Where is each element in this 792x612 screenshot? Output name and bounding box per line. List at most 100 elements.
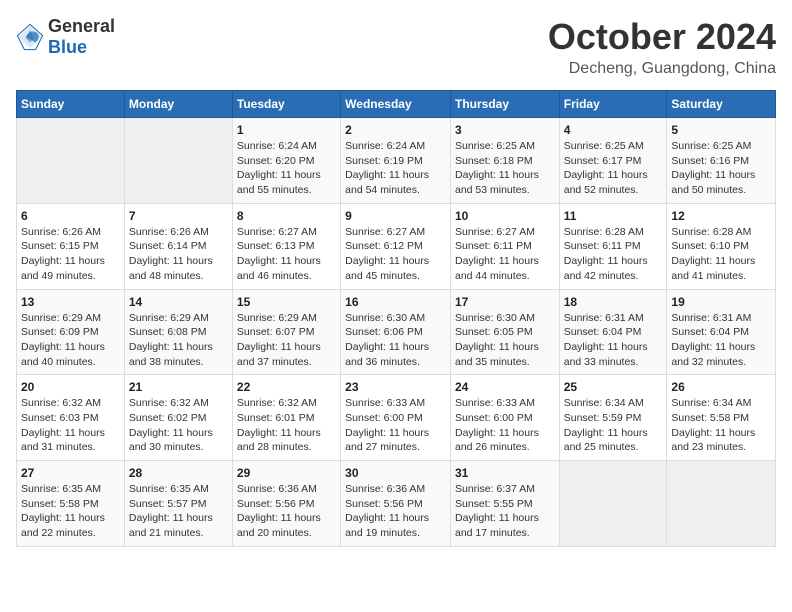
day-info: Sunrise: 6:33 AMSunset: 6:00 PMDaylight:… [455,396,555,455]
calendar-week-5: 27Sunrise: 6:35 AMSunset: 5:58 PMDayligh… [17,461,776,547]
col-header-monday: Monday [124,91,232,118]
col-header-friday: Friday [559,91,667,118]
day-number: 24 [455,380,555,394]
calendar-cell: 18 Sunrise: 6:31 AMSunset: 6:04 PMDayligh… [559,289,667,375]
day-number: 5 [671,123,771,137]
day-info: Sunrise: 6:26 AMSunset: 6:15 PMDaylight:… [21,225,120,284]
calendar-cell: 17 Sunrise: 6:30 AMSunset: 6:05 PMDayligh… [450,289,559,375]
day-info: Sunrise: 6:27 AMSunset: 6:12 PMDaylight:… [345,225,446,284]
day-number: 2 [345,123,446,137]
calendar-cell: 31 Sunrise: 6:37 AMSunset: 5:55 PMDayligh… [450,461,559,547]
day-info: Sunrise: 6:35 AMSunset: 5:57 PMDaylight:… [129,482,228,541]
day-info: Sunrise: 6:25 AMSunset: 6:16 PMDaylight:… [671,139,771,198]
day-info: Sunrise: 6:28 AMSunset: 6:11 PMDaylight:… [564,225,663,284]
calendar-cell: 26 Sunrise: 6:34 AMSunset: 5:58 PMDayligh… [667,375,776,461]
day-number: 30 [345,466,446,480]
logo-icon [16,23,44,51]
day-number: 8 [237,209,336,223]
day-number: 20 [21,380,120,394]
day-info: Sunrise: 6:32 AMSunset: 6:02 PMDaylight:… [129,396,228,455]
calendar-cell: 4 Sunrise: 6:25 AMSunset: 6:17 PMDaylight… [559,118,667,204]
calendar-cell [667,461,776,547]
day-info: Sunrise: 6:32 AMSunset: 6:01 PMDaylight:… [237,396,336,455]
col-header-saturday: Saturday [667,91,776,118]
day-info: Sunrise: 6:32 AMSunset: 6:03 PMDaylight:… [21,396,120,455]
calendar-cell: 12Sunrise: 6:28 AMSunset: 6:10 PMDayligh… [667,203,776,289]
month-title: October 2024 [548,16,776,58]
calendar-header-row: SundayMondayTuesdayWednesdayThursdayFrid… [17,91,776,118]
day-number: 18 [564,295,663,309]
day-number: 9 [345,209,446,223]
calendar-cell: 19Sunrise: 6:31 AMSunset: 6:04 PMDayligh… [667,289,776,375]
calendar-cell: 2Sunrise: 6:24 AMSunset: 6:19 PMDaylight… [341,118,451,204]
day-number: 19 [671,295,771,309]
day-number: 23 [345,380,446,394]
day-number: 13 [21,295,120,309]
calendar-cell [559,461,667,547]
calendar-cell: 5 Sunrise: 6:25 AMSunset: 6:16 PMDaylight… [667,118,776,204]
day-info: Sunrise: 6:27 AMSunset: 6:11 PMDaylight:… [455,225,555,284]
day-number: 22 [237,380,336,394]
day-info: Sunrise: 6:36 AMSunset: 5:56 PMDaylight:… [345,482,446,541]
day-number: 26 [671,380,771,394]
day-info: Sunrise: 6:24 AMSunset: 6:20 PMDaylight:… [237,139,336,198]
location-title: Decheng, Guangdong, China [548,60,776,78]
calendar-table: SundayMondayTuesdayWednesdayThursdayFrid… [16,90,776,547]
day-info: Sunrise: 6:36 AMSunset: 5:56 PMDaylight:… [237,482,336,541]
day-info: Sunrise: 6:37 AMSunset: 5:55 PMDaylight:… [455,482,555,541]
day-number: 7 [129,209,228,223]
day-number: 3 [455,123,555,137]
calendar-cell: 22 Sunrise: 6:32 AMSunset: 6:01 PMDayligh… [232,375,340,461]
calendar-cell [124,118,232,204]
calendar-cell: 21 Sunrise: 6:32 AMSunset: 6:02 PMDayligh… [124,375,232,461]
calendar-cell: 25Sunrise: 6:34 AMSunset: 5:59 PMDayligh… [559,375,667,461]
calendar-cell: 14Sunrise: 6:29 AMSunset: 6:08 PMDayligh… [124,289,232,375]
calendar-cell: 23 Sunrise: 6:33 AMSunset: 6:00 PMDayligh… [341,375,451,461]
calendar-cell: 29 Sunrise: 6:36 AMSunset: 5:56 PMDayligh… [232,461,340,547]
day-info: Sunrise: 6:29 AMSunset: 6:08 PMDaylight:… [129,311,228,370]
day-info: Sunrise: 6:29 AMSunset: 6:07 PMDaylight:… [237,311,336,370]
day-number: 4 [564,123,663,137]
day-info: Sunrise: 6:35 AMSunset: 5:58 PMDaylight:… [21,482,120,541]
day-number: 10 [455,209,555,223]
calendar-cell: 6 Sunrise: 6:26 AMSunset: 6:15 PMDaylight… [17,203,125,289]
page-header: General Blue October 2024 Decheng, Guang… [16,16,776,78]
day-info: Sunrise: 6:26 AMSunset: 6:14 PMDaylight:… [129,225,228,284]
logo-general-text: General [48,16,115,36]
col-header-thursday: Thursday [450,91,559,118]
calendar-cell: 7 Sunrise: 6:26 AMSunset: 6:14 PMDaylight… [124,203,232,289]
day-info: Sunrise: 6:31 AMSunset: 6:04 PMDaylight:… [564,311,663,370]
day-number: 15 [237,295,336,309]
calendar-cell [17,118,125,204]
calendar-cell: 11 Sunrise: 6:28 AMSunset: 6:11 PMDayligh… [559,203,667,289]
day-info: Sunrise: 6:33 AMSunset: 6:00 PMDaylight:… [345,396,446,455]
calendar-cell: 3 Sunrise: 6:25 AMSunset: 6:18 PMDaylight… [450,118,559,204]
col-header-tuesday: Tuesday [232,91,340,118]
logo-blue-text: Blue [48,37,87,57]
day-number: 31 [455,466,555,480]
day-info: Sunrise: 6:27 AMSunset: 6:13 PMDaylight:… [237,225,336,284]
day-number: 11 [564,209,663,223]
calendar-week-3: 13 Sunrise: 6:29 AMSunset: 6:09 PMDayligh… [17,289,776,375]
day-number: 29 [237,466,336,480]
calendar-cell: 15 Sunrise: 6:29 AMSunset: 6:07 PMDayligh… [232,289,340,375]
day-number: 21 [129,380,228,394]
calendar-week-4: 20 Sunrise: 6:32 AMSunset: 6:03 PMDayligh… [17,375,776,461]
calendar-cell: 16Sunrise: 6:30 AMSunset: 6:06 PMDayligh… [341,289,451,375]
logo: General Blue [16,16,115,58]
day-info: Sunrise: 6:30 AMSunset: 6:06 PMDaylight:… [345,311,446,370]
day-number: 1 [237,123,336,137]
day-info: Sunrise: 6:29 AMSunset: 6:09 PMDaylight:… [21,311,120,370]
day-number: 12 [671,209,771,223]
calendar-cell: 13 Sunrise: 6:29 AMSunset: 6:09 PMDayligh… [17,289,125,375]
day-number: 6 [21,209,120,223]
day-info: Sunrise: 6:25 AMSunset: 6:18 PMDaylight:… [455,139,555,198]
calendar-cell: 8 Sunrise: 6:27 AMSunset: 6:13 PMDaylight… [232,203,340,289]
col-header-wednesday: Wednesday [341,91,451,118]
calendar-week-2: 6 Sunrise: 6:26 AMSunset: 6:15 PMDaylight… [17,203,776,289]
day-info: Sunrise: 6:34 AMSunset: 5:58 PMDaylight:… [671,396,771,455]
day-number: 17 [455,295,555,309]
day-info: Sunrise: 6:30 AMSunset: 6:05 PMDaylight:… [455,311,555,370]
day-info: Sunrise: 6:25 AMSunset: 6:17 PMDaylight:… [564,139,663,198]
logo-text-block: General Blue [48,16,115,58]
